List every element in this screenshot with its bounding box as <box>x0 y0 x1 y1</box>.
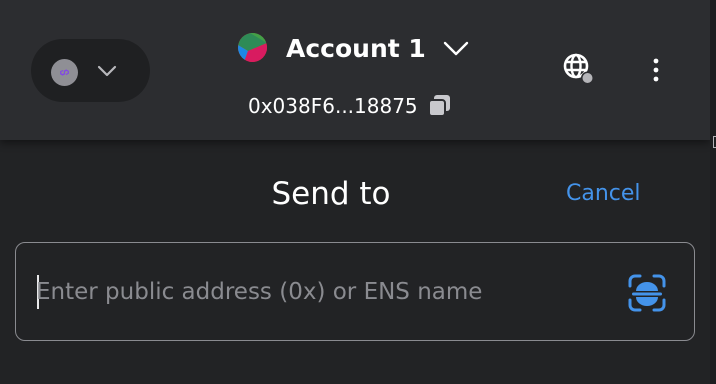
app-header: Account 1 0x038F6...18875 <box>0 0 710 140</box>
recipient-address-input[interactable] <box>36 271 611 313</box>
globe-connected-icon[interactable] <box>561 51 597 87</box>
polygon-icon <box>51 59 78 86</box>
chevron-down-icon <box>97 63 117 82</box>
kebab-menu-icon[interactable] <box>646 55 666 85</box>
recipient-input-box[interactable] <box>15 242 695 341</box>
account-picker-button[interactable]: Account 1 <box>238 31 473 67</box>
page-title: Send to <box>271 176 391 212</box>
account-address-row[interactable]: 0x038F6...18875 <box>248 89 453 123</box>
account-avatar <box>238 33 267 62</box>
window-edge <box>710 0 716 384</box>
cancel-button[interactable]: Cancel <box>566 176 641 212</box>
qr-scan-icon[interactable] <box>627 273 667 313</box>
metamask-send-screen: Account 1 0x038F6...18875 Send to Cancel… <box>0 0 716 384</box>
chevron-down-icon <box>443 40 469 62</box>
account-address: 0x038F6...18875 <box>248 94 418 118</box>
network-picker-button[interactable] <box>31 39 150 102</box>
copy-icon[interactable] <box>427 93 453 119</box>
account-name: Account 1 <box>286 34 426 63</box>
